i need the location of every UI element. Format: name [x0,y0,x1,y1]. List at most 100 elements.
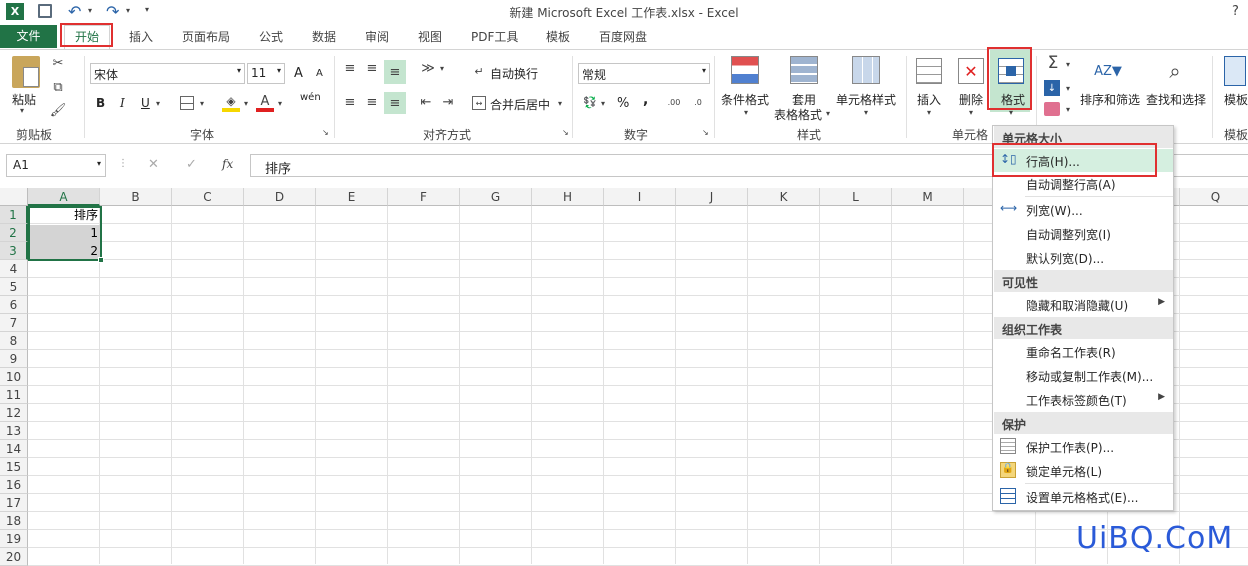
tab-formulas[interactable]: 公式 [259,28,283,45]
delete-dropdown-icon[interactable]: ▾ [969,108,973,117]
tab-file[interactable]: 文件 [0,25,57,48]
fill-color-dropdown-icon[interactable]: ▾ [244,99,248,108]
tab-view[interactable]: 视图 [418,28,442,45]
menu-item-autofit-column-width[interactable]: 自动调整列宽(I) [994,222,1173,245]
align-middle-icon[interactable]: ≡ [364,60,380,76]
grow-font-button[interactable]: A [294,66,303,81]
font-color-dropdown-icon[interactable]: ▾ [278,99,282,108]
cell-A3[interactable]: 2 [29,243,101,261]
borders-icon[interactable] [180,96,194,110]
row-header[interactable]: 14 [0,440,28,458]
column-header[interactable]: D [244,188,316,206]
format-painter-icon[interactable]: 🖌 [50,102,67,118]
column-header[interactable]: A [28,188,100,206]
copy-icon[interactable]: ⧉ [50,79,66,95]
enter-icon[interactable]: ✓ [186,157,197,172]
row-header[interactable]: 2 [0,224,28,242]
row-header[interactable]: 1 [0,206,28,224]
row-header[interactable]: 6 [0,296,28,314]
align-right-icon[interactable]: ≡ [384,92,406,114]
row-header[interactable]: 9 [0,350,28,368]
comma-style-button[interactable]: , [643,92,648,108]
row-header[interactable]: 5 [0,278,28,296]
menu-item-lock-cell[interactable]: 🔒 锁定单元格(L) [994,459,1173,482]
column-header[interactable]: E [316,188,388,206]
paste-dropdown-icon[interactable]: ▾ [20,106,24,115]
conditional-dropdown-icon[interactable]: ▾ [744,108,748,117]
tab-page-layout[interactable]: 页面布局 [182,28,230,45]
column-header[interactable]: K [748,188,820,206]
conditional-formatting-button[interactable]: 条件格式 [721,91,769,108]
row-header[interactable]: 20 [0,548,28,566]
align-left-icon[interactable]: ≡ [342,94,358,110]
row-header[interactable]: 17 [0,494,28,512]
row-header[interactable]: 3 [0,242,28,260]
column-header[interactable]: B [100,188,172,206]
menu-item-column-width[interactable]: ⟷ 列宽(W)... [994,198,1173,221]
alignment-dialog-launcher-icon[interactable]: ↘ [562,128,569,137]
tab-baidu-netdisk[interactable]: 百度网盘 [599,28,647,45]
select-all-corner[interactable] [0,188,28,206]
column-header[interactable]: I [604,188,676,206]
cell-A1[interactable]: 排序 [29,207,101,225]
tab-insert[interactable]: 插入 [129,28,153,45]
percent-style-button[interactable]: % [617,96,629,111]
decrease-indent-icon[interactable]: ⇤ [418,94,434,110]
cell-styles-button[interactable]: 单元格样式 [836,91,896,108]
increase-decimal-icon[interactable]: .00 [665,94,683,110]
insert-function-button[interactable]: fx [222,157,233,171]
format-as-table-dropdown-icon[interactable]: ▾ [826,109,830,118]
fill-icon[interactable]: ↓ [1044,80,1060,96]
tab-data[interactable]: 数据 [312,28,336,45]
font-color-icon[interactable]: A [256,94,274,112]
merge-dropdown-icon[interactable]: ▾ [558,99,562,108]
accounting-format-icon[interactable]: 💱 [580,94,600,110]
cut-icon[interactable]: ✂ [50,55,66,71]
menu-item-format-cells[interactable]: 设置单元格格式(E)... [994,485,1173,508]
number-dialog-launcher-icon[interactable]: ↘ [702,128,709,137]
format-as-table-button-line2[interactable]: 表格格式 [774,106,822,123]
borders-dropdown-icon[interactable]: ▾ [200,99,204,108]
row-header[interactable]: 19 [0,530,28,548]
help-button[interactable]: ? [1232,4,1239,19]
row-header[interactable]: 11 [0,386,28,404]
accounting-dropdown-icon[interactable]: ▾ [601,99,605,108]
menu-item-tab-color[interactable]: 工作表标签颜色(T) ▶ [994,388,1173,411]
underline-dropdown-icon[interactable]: ▾ [156,99,160,108]
decrease-decimal-icon[interactable]: .0 [689,94,707,110]
menu-item-hide-unhide[interactable]: 隐藏和取消隐藏(U) ▶ [994,293,1173,316]
row-header[interactable]: 10 [0,368,28,386]
font-name-combo[interactable]: 宋体 ▾ [90,63,245,84]
cell-A2[interactable]: 1 [29,225,101,243]
cancel-icon[interactable]: ✕ [148,157,159,172]
column-header[interactable]: H [532,188,604,206]
font-dialog-launcher-icon[interactable]: ↘ [322,128,329,137]
orientation-icon[interactable]: ≫ [418,60,438,76]
cell-styles-dropdown-icon[interactable]: ▾ [864,108,868,117]
clear-icon[interactable] [1044,102,1060,116]
font-size-combo[interactable]: 11 ▾ [247,63,285,84]
column-header[interactable]: Q [1180,188,1248,206]
row-header[interactable]: 15 [0,458,28,476]
merge-center-button[interactable]: 合并后居中 [490,96,550,113]
clear-dropdown-icon[interactable]: ▾ [1066,105,1070,114]
row-header[interactable]: 7 [0,314,28,332]
wrap-text-button[interactable]: 自动换行 [490,65,538,82]
row-header[interactable]: 13 [0,422,28,440]
shrink-font-button[interactable]: A [316,68,323,79]
autosum-icon[interactable]: Σ [1044,53,1062,73]
tab-pdf-tools[interactable]: PDF工具 [471,28,518,45]
fill-dropdown-icon[interactable]: ▾ [1066,84,1070,93]
phonetic-button[interactable]: wén [300,92,321,103]
insert-dropdown-icon[interactable]: ▾ [927,108,931,117]
column-header[interactable]: F [388,188,460,206]
align-bottom-icon[interactable]: ≡ [384,60,406,84]
insert-cells-button[interactable]: 插入 [917,91,941,108]
find-select-button[interactable]: 查找和选择 [1146,91,1206,108]
row-header[interactable]: 4 [0,260,28,278]
column-header[interactable]: J [676,188,748,206]
bold-button[interactable]: B [96,96,105,110]
italic-button[interactable]: I [120,96,125,110]
row-header[interactable]: 8 [0,332,28,350]
fill-color-icon[interactable]: ◈ [222,94,240,112]
